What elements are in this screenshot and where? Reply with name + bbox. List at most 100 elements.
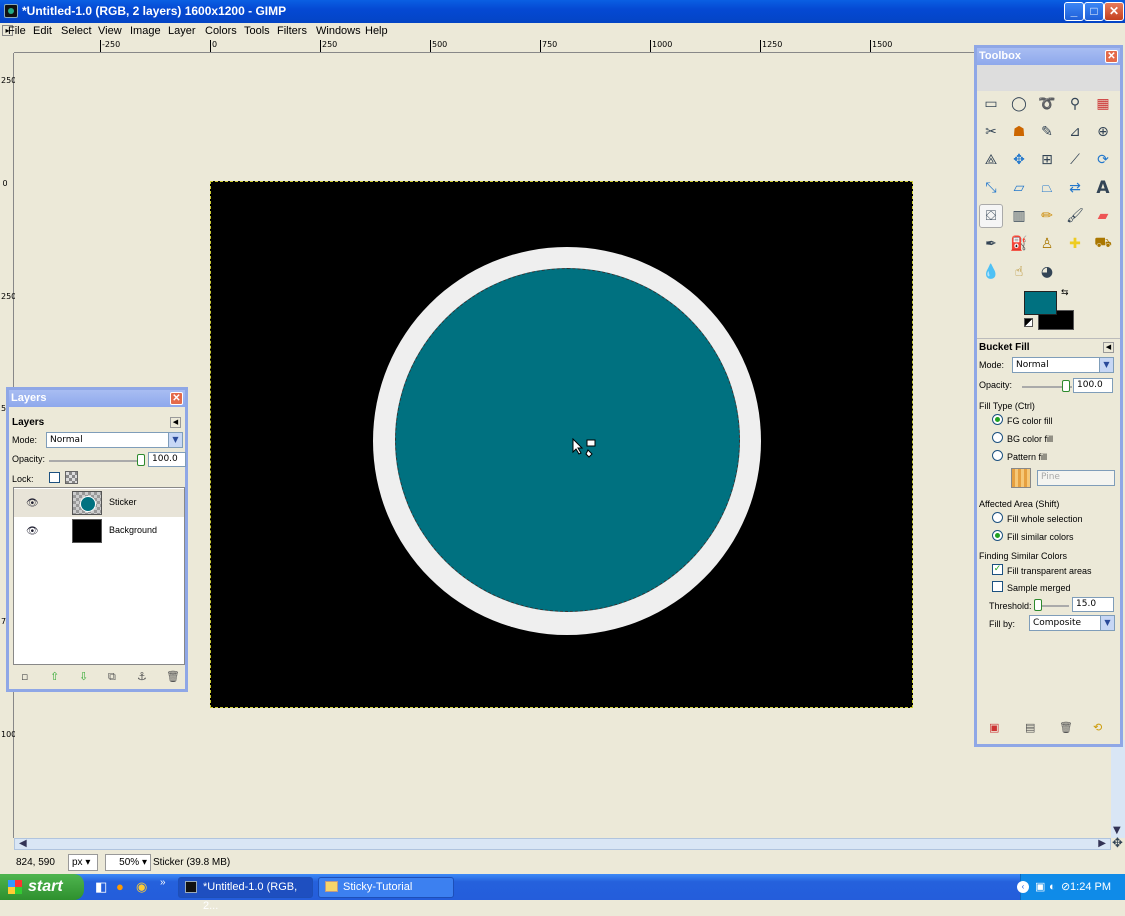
fill-opacity-input[interactable]: 100.0	[1073, 378, 1113, 393]
blend-icon[interactable]: ▥	[1007, 204, 1031, 228]
lower-layer-icon[interactable]: ⇩	[79, 670, 88, 683]
clone-icon[interactable]: ♙	[1035, 232, 1059, 256]
swap-colors-icon[interactable]: ⇆	[1061, 288, 1069, 298]
toolbox-title[interactable]: Toolbox ✕	[977, 48, 1120, 65]
navigate-icon[interactable]: ✥	[1112, 836, 1123, 851]
reset-options-icon[interactable]: ⟲	[1093, 721, 1102, 734]
raise-layer-icon[interactable]: ⇧	[50, 670, 59, 683]
fill-similar-colors-radio[interactable]	[992, 530, 1003, 541]
layer-row-sticker[interactable]: 👁 Sticker	[14, 489, 184, 517]
unit-select[interactable]: px ▾	[68, 854, 98, 871]
crop-icon[interactable]: ⟋	[1063, 148, 1087, 172]
layers-opacity-slider[interactable]	[49, 460, 144, 462]
teal-filled-selection[interactable]	[395, 268, 740, 612]
menu-colors[interactable]: Colors	[205, 25, 237, 37]
lock-pixels-checkbox[interactable]	[49, 472, 60, 483]
horizontal-scrollbar[interactable]: ◀ ▶	[14, 838, 1111, 850]
blur-icon[interactable]: 💧	[979, 260, 1003, 284]
scroll-left-icon[interactable]: ◀	[19, 838, 27, 849]
align-icon[interactable]: ⊞	[1035, 148, 1059, 172]
fill-transparent-checkbox[interactable]: ✓	[992, 564, 1003, 575]
flip-icon[interactable]: ⇄	[1063, 176, 1087, 200]
layers-opacity-slider-thumb[interactable]	[137, 454, 145, 466]
media-player-icon[interactable]: ◉	[136, 879, 147, 895]
menu-file[interactable]: File	[8, 25, 26, 37]
pattern-preview[interactable]	[1011, 468, 1031, 488]
maximize-button[interactable]: □	[1084, 2, 1104, 21]
layers-mode-select[interactable]: Normal ▼	[46, 432, 183, 448]
pencil-icon[interactable]: ✏	[1035, 204, 1059, 228]
firefox-icon[interactable]: ●	[116, 879, 124, 894]
ellipse-select-icon[interactable]: ◯	[1007, 92, 1031, 116]
free-select-icon[interactable]: ➰	[1035, 92, 1059, 116]
security-icon[interactable]: ⊘	[1061, 874, 1070, 900]
tab-menu-icon[interactable]: ◀	[170, 417, 181, 428]
taskbar-item-gimp[interactable]: *Untitled-1.0 (RGB, 2...	[178, 877, 313, 912]
threshold-input[interactable]: 15.0	[1072, 597, 1114, 612]
ink-icon[interactable]: ⛽	[1007, 232, 1031, 256]
smudge-icon[interactable]: ☝	[1007, 260, 1031, 284]
menu-view[interactable]: View	[98, 25, 122, 37]
measure-icon[interactable]: ⟁	[979, 148, 1003, 172]
tool-options-menu-icon[interactable]: ◀	[1103, 342, 1114, 353]
zoom-icon[interactable]: ⊕	[1091, 120, 1115, 144]
lock-alpha-icon[interactable]	[65, 471, 78, 484]
foreground-color-swatch[interactable]	[1024, 291, 1057, 315]
wilber-drop-area[interactable]	[977, 65, 1120, 91]
horizontal-ruler[interactable]: -250 0 250 500 750 1000 1250 1500	[14, 40, 974, 53]
layer-row-background[interactable]: 👁 Background	[14, 517, 184, 545]
fill-whole-selection-radio[interactable]	[992, 512, 1003, 523]
menu-select[interactable]: Select	[61, 25, 92, 37]
minimize-button[interactable]: _	[1064, 2, 1084, 21]
gimp-app-icon[interactable]	[4, 4, 18, 18]
scroll-down-icon[interactable]: ▼	[1113, 825, 1121, 836]
quick-launch-more[interactable]: »	[160, 877, 166, 888]
rotate-icon[interactable]: ⟳	[1091, 148, 1115, 172]
menu-tools[interactable]: Tools	[244, 25, 270, 37]
menu-image[interactable]: Image	[130, 25, 161, 37]
tray-expand-icon[interactable]: ‹	[1017, 881, 1029, 893]
move-icon[interactable]: ✥	[1007, 148, 1031, 172]
restore-options-icon[interactable]: ▤	[1025, 721, 1035, 734]
airbrush-icon[interactable]: ✒	[979, 232, 1003, 256]
start-button[interactable]: start	[0, 874, 84, 900]
fuzzy-select-icon[interactable]: ⚲	[1063, 92, 1087, 116]
delete-options-icon[interactable]: 🗑	[1059, 721, 1073, 734]
sample-merged-checkbox[interactable]	[992, 581, 1003, 592]
threshold-slider-thumb[interactable]	[1034, 599, 1042, 611]
dodge-burn-icon[interactable]: ◕	[1035, 260, 1059, 284]
scale-icon[interactable]: ⤡	[979, 176, 1003, 200]
menu-filters[interactable]: Filters	[277, 25, 307, 37]
show-desktop-icon[interactable]: ◧	[95, 879, 107, 895]
volume-icon[interactable]: ◐	[1049, 874, 1056, 900]
clock[interactable]: 1:24 PM	[1070, 881, 1111, 893]
perspective-icon[interactable]: ⏢	[1035, 176, 1059, 200]
visibility-eye-icon[interactable]: 👁	[26, 498, 39, 509]
pattern-fill-radio[interactable]	[992, 450, 1003, 461]
zoom-select[interactable]: 50% ▾	[105, 854, 151, 871]
layers-opacity-input[interactable]: 100.0	[148, 452, 186, 467]
menu-edit[interactable]: Edit	[33, 25, 52, 37]
color-picker-icon[interactable]: ⊿	[1063, 120, 1087, 144]
fill-opacity-slider-thumb[interactable]	[1062, 380, 1070, 392]
select-by-color-icon[interactable]: ▦	[1091, 92, 1115, 116]
bg-color-fill-radio[interactable]	[992, 432, 1003, 443]
vertical-scrollbar[interactable]: ▼	[1111, 740, 1125, 838]
fill-mode-select[interactable]: Normal ▼	[1012, 357, 1114, 373]
default-colors-icon[interactable]	[1024, 318, 1033, 327]
paintbrush-icon[interactable]: 🖌	[1063, 204, 1087, 228]
heal-icon[interactable]: ✚	[1063, 232, 1087, 256]
text-tool-icon[interactable]: A	[1091, 176, 1115, 200]
menu-help[interactable]: Help	[365, 25, 388, 37]
rect-select-icon[interactable]: ▭	[979, 92, 1003, 116]
close-button[interactable]: ✕	[1104, 2, 1124, 21]
layers-dock-title[interactable]: Layers ✕	[9, 390, 185, 407]
perspective-clone-icon[interactable]: ⛟	[1091, 232, 1115, 256]
bucket-fill-icon[interactable]: ⛋	[979, 204, 1003, 228]
scroll-right-icon[interactable]: ▶	[1098, 838, 1106, 849]
duplicate-layer-icon[interactable]: ⧉	[108, 670, 116, 684]
network-icon[interactable]: ▣	[1035, 874, 1045, 900]
taskbar-item-folder[interactable]: Sticky-Tutorial	[318, 877, 454, 898]
foreground-select-icon[interactable]: ☗	[1007, 120, 1031, 144]
shear-icon[interactable]: ▱	[1007, 176, 1031, 200]
